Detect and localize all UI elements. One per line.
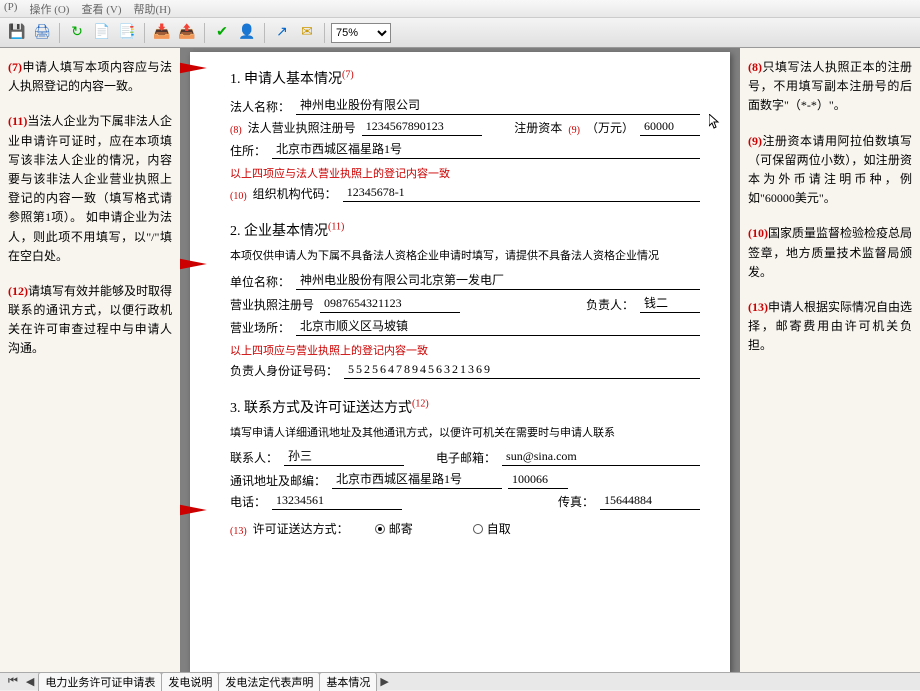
mail-address-field[interactable]: 北京市西城区福星路1号 [332,470,502,489]
label: 住所： [230,142,266,159]
label: 许可证送达方式： [253,520,349,537]
save-icon[interactable]: 💾 [6,22,28,44]
hint-text: 以上四项应与营业执照上的登记内容一致 [230,342,700,358]
section-title: 1. 申请人基本情况(7) [230,68,700,88]
print-icon[interactable]: 🖨 [31,22,53,44]
label: 组织机构代码： [253,185,337,202]
annotation-note: (12)请填写有效并能够及时取得联系的通讯方式，以便行政机关在许可审查过程中与申… [8,282,172,359]
mail-icon[interactable]: ✉ [296,22,318,44]
manager-field[interactable]: 钱二 [640,294,700,313]
menu-item[interactable]: 查看 (V) [81,1,121,16]
tab-nav-first[interactable]: ⏮ [4,675,22,688]
sheet-tabs: ⏮ ◀ 电力业务许可证申请表 发电说明 发电法定代表声明 基本情况 ▶ [0,672,920,690]
label: 负责人身份证号码： [230,362,338,379]
doc-copy-icon[interactable]: 📑 [116,22,138,44]
zoom-select[interactable]: 75% [331,23,391,43]
menu-item[interactable]: 帮助(H) [134,1,171,16]
import-icon[interactable]: 📥 [151,22,173,44]
label: 注册资本 [514,119,562,136]
label: 电话： [230,493,266,510]
send-icon[interactable]: ↗ [271,22,293,44]
refresh-icon[interactable]: ↻ [66,22,88,44]
label: 电子邮箱： [436,449,496,466]
zip-field[interactable]: 100066 [508,472,568,489]
license-no-field[interactable]: 1234567890123 [362,119,482,136]
annotation-note: (13)申请人根据实际情况自由选择，邮寄费用由许可机关负担。 [748,298,912,356]
sheet-tab[interactable]: 基本情况 [319,672,377,691]
label: 单位名称： [230,273,290,290]
annotation-note: (8)只填写法人执照正本的注册号，不用填写副本注册号的后面数字"（*-*）"。 [748,58,912,116]
id-number-field[interactable]: 552564789456321369 [344,362,700,379]
phone-field[interactable]: 13234561 [272,493,402,510]
paper-area: 1. 申请人基本情况(7) 法人名称： 神州电业股份有限公司 (8) 法人营业执… [180,48,740,672]
form-paper: 1. 申请人基本情况(7) 法人名称： 神州电业股份有限公司 (8) 法人营业执… [190,52,730,672]
label: 营业执照注册号 [230,296,314,313]
menubar: (P) 操作 (O) 查看 (V) 帮助(H) [0,0,920,18]
unit-name-field[interactable]: 神州电业股份有限公司北京第一发电厂 [296,271,700,290]
sheet-tab[interactable]: 发电法定代表声明 [218,672,320,691]
label: 传真： [558,493,594,510]
label: 营业场所： [230,319,290,336]
separator [324,23,325,43]
workspace: (7)申请人填写本项内容应与法人执照登记的内容一致。 (11)当法人企业为下属非法… [0,48,920,672]
separator [264,23,265,43]
address-field[interactable]: 北京市西城区福星路1号 [272,140,700,159]
biz-place-field[interactable]: 北京市顺义区马坡镇 [296,317,700,336]
tab-nav-next[interactable]: ▶ [376,675,392,688]
radio-pickup[interactable]: 自取 [473,520,511,537]
email-field[interactable]: sun@sina.com [502,449,700,466]
hint-text: 以上四项应与法人营业执照上的登记内容一致 [230,165,700,181]
contact-name-field[interactable]: 孙三 [284,447,404,466]
sheet-tab[interactable]: 电力业务许可证申请表 [38,672,162,691]
annotation-note: (9)注册资本请用阿拉伯数填写（可保留两位小数），如注册资本为外币请注明币种，例… [748,132,912,209]
separator [144,23,145,43]
label: 法人名称： [230,98,290,115]
tab-nav-prev[interactable]: ◀ [22,675,38,688]
user-icon[interactable]: 👤 [236,22,258,44]
separator [59,23,60,43]
menu-item[interactable]: (P) [4,1,17,16]
annotation-note: (7)申请人填写本项内容应与法人执照登记的内容一致。 [8,58,172,96]
check-icon[interactable]: ✔ [211,22,233,44]
section-title: 3. 联系方式及许可证送达方式(12) [230,397,700,417]
label: 法人营业执照注册号 [248,119,356,136]
annotation-note: (11)当法人企业为下属非法人企业申请许可证时，应在本项填写该非法人企业的情况，… [8,112,172,266]
menu-item[interactable]: 操作 (O) [29,1,69,16]
section-title: 2. 企业基本情况(11) [230,220,700,240]
label: 负责人： [586,296,634,313]
left-annotations: (7)申请人填写本项内容应与法人执照登记的内容一致。 (11)当法人企业为下属非法… [0,48,180,672]
annotation-note: (10)国家质量监督检验检疫总局签章，地方质量技术监督局颁发。 [748,224,912,282]
label: 通讯地址及邮编： [230,472,326,489]
toolbar: 💾🖨 ↻📄📑 📥📤 ✔👤 ↗✉ 75% [0,18,920,48]
section-desc: 本项仅供申请人为下属不具备法人资格企业申请时填写，请提供不具备法人资格企业情况 [230,248,700,265]
section-desc: 填写申请人详细通讯地址及其他通讯方式，以便许可机关在需要时与申请人联系 [230,425,700,442]
biz-license-field[interactable]: 0987654321123 [320,296,460,313]
radio-mail[interactable]: 邮寄 [375,520,413,537]
sheet-tab[interactable]: 发电说明 [161,672,219,691]
right-annotations: (8)只填写法人执照正本的注册号，不用填写副本注册号的后面数字"（*-*）"。 (… [740,48,920,672]
separator [204,23,205,43]
fax-field[interactable]: 15644884 [600,493,700,510]
org-code-field[interactable]: 12345678-1 [343,185,700,202]
capital-field[interactable]: 60000 [640,119,700,136]
doc-new-icon[interactable]: 📄 [91,22,113,44]
legal-name-field[interactable]: 神州电业股份有限公司 [296,96,700,115]
export-icon[interactable]: 📤 [176,22,198,44]
label: 联系人： [230,449,278,466]
